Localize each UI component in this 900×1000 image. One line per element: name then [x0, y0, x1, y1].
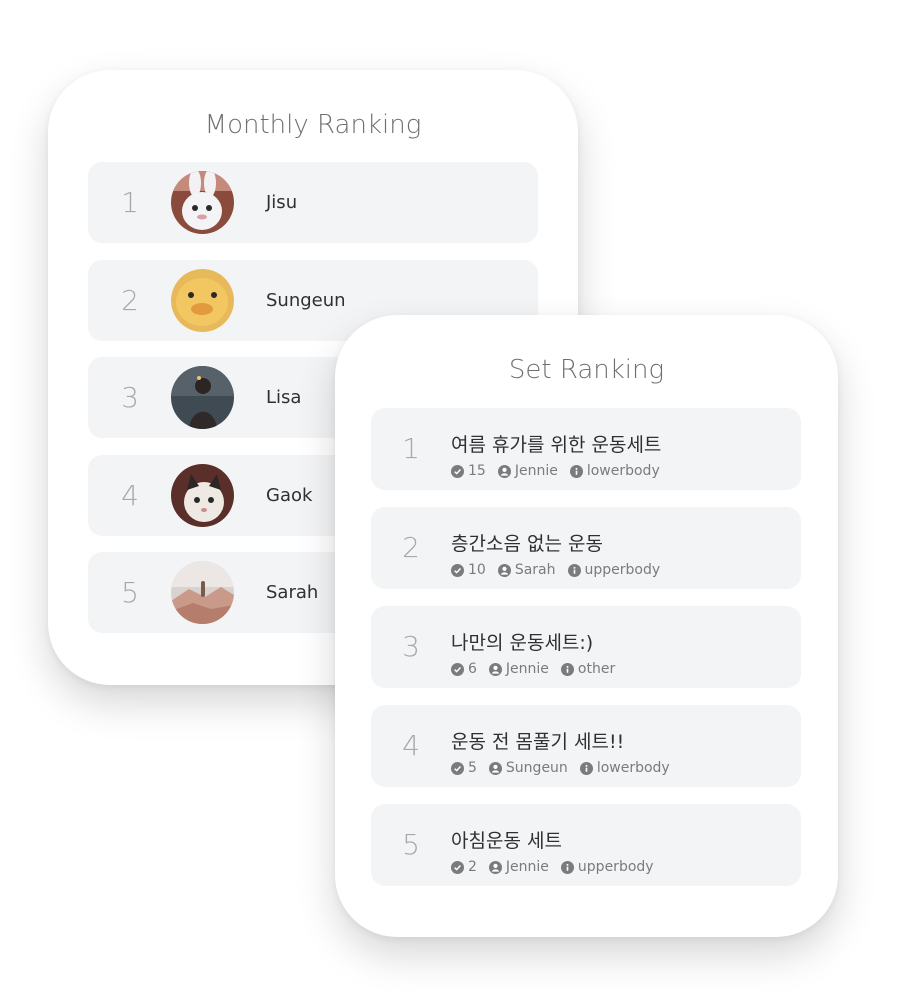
rank-number: 3: [121, 381, 139, 414]
duck-avatar: [171, 269, 234, 332]
set-ranking-row[interactable]: 3 나만의 운동세트:) 6 Jennie other: [371, 606, 801, 688]
user-name: Sungeun: [266, 290, 346, 311]
rank-number: 4: [121, 479, 139, 512]
check-circle-icon: [451, 860, 464, 874]
set-count: 2: [451, 859, 477, 875]
set-title: 아침운동 세트: [451, 830, 562, 852]
set-ranking-card: Set Ranking 1 여름 휴가를 위한 운동세트 15 Jennie l…: [335, 315, 838, 937]
set-ranking-row[interactable]: 2 층간소음 없는 운동 10 Sarah upperbody: [371, 507, 801, 589]
user-circle-icon: [497, 464, 511, 478]
rank-number: 2: [402, 531, 420, 564]
set-count: 5: [451, 760, 477, 776]
user-name: Sarah: [266, 582, 319, 603]
set-title: 여름 휴가를 위한 운동세트: [451, 434, 662, 456]
rank-number: 5: [121, 576, 139, 609]
set-meta: 10 Sarah upperbody: [451, 562, 672, 578]
set-category: upperbody: [560, 859, 654, 875]
user-name: Lisa: [266, 387, 302, 408]
set-count: 10: [451, 562, 486, 578]
set-title: 운동 전 몸풀기 세트!!: [451, 731, 625, 753]
info-circle-icon: [560, 662, 574, 676]
info-circle-icon: [569, 464, 583, 478]
set-ranking-row[interactable]: 5 아침운동 세트 2 Jennie upperbody: [371, 804, 801, 886]
check-circle-icon: [451, 563, 464, 577]
cat-avatar: [171, 464, 234, 527]
set-meta: 2 Jennie upperbody: [451, 859, 666, 875]
rank-number: 4: [402, 729, 420, 762]
rank-number: 5: [402, 828, 420, 861]
rank-number: 1: [402, 432, 420, 465]
set-count: 6: [451, 661, 477, 677]
info-circle-icon: [579, 761, 593, 775]
set-category: other: [560, 661, 615, 677]
set-ranking-row[interactable]: 4 운동 전 몸풀기 세트!! 5 Sungeun lowerbody: [371, 705, 801, 787]
rank-number: 1: [121, 186, 139, 219]
landscape-avatar: [171, 561, 234, 624]
set-author: Jennie: [497, 463, 558, 479]
check-circle-icon: [451, 464, 464, 478]
set-category: upperbody: [567, 562, 660, 578]
set-category: lowerbody: [579, 760, 670, 776]
info-circle-icon: [560, 860, 574, 874]
user-circle-icon: [488, 860, 502, 874]
user-circle-icon: [497, 563, 511, 577]
monthly-ranking-row[interactable]: 1 Jisu: [88, 162, 538, 243]
set-meta: 5 Sungeun lowerbody: [451, 760, 682, 776]
person-dark-avatar: [171, 366, 234, 429]
user-circle-icon: [488, 761, 502, 775]
set-ranking-row[interactable]: 1 여름 휴가를 위한 운동세트 15 Jennie lowerbody: [371, 408, 801, 490]
set-meta: 6 Jennie other: [451, 661, 627, 677]
set-author: Jennie: [488, 859, 549, 875]
set-title: 층간소음 없는 운동: [451, 533, 603, 555]
set-author: Sungeun: [488, 760, 568, 776]
rank-number: 2: [121, 284, 139, 317]
set-ranking-title: Set Ranking: [508, 355, 665, 385]
check-circle-icon: [451, 662, 464, 676]
check-circle-icon: [451, 761, 464, 775]
rabbit-avatar: [171, 171, 234, 234]
set-title: 나만의 운동세트:): [451, 632, 594, 654]
set-category: lowerbody: [569, 463, 660, 479]
user-circle-icon: [488, 662, 502, 676]
rank-number: 3: [402, 630, 420, 663]
monthly-ranking-title: Monthly Ranking: [204, 110, 422, 140]
user-name: Gaok: [266, 485, 313, 506]
info-circle-icon: [567, 563, 581, 577]
set-author: Sarah: [497, 562, 556, 578]
set-author: Jennie: [488, 661, 549, 677]
set-meta: 15 Jennie lowerbody: [451, 463, 672, 479]
set-count: 15: [451, 463, 486, 479]
user-name: Jisu: [266, 192, 298, 213]
